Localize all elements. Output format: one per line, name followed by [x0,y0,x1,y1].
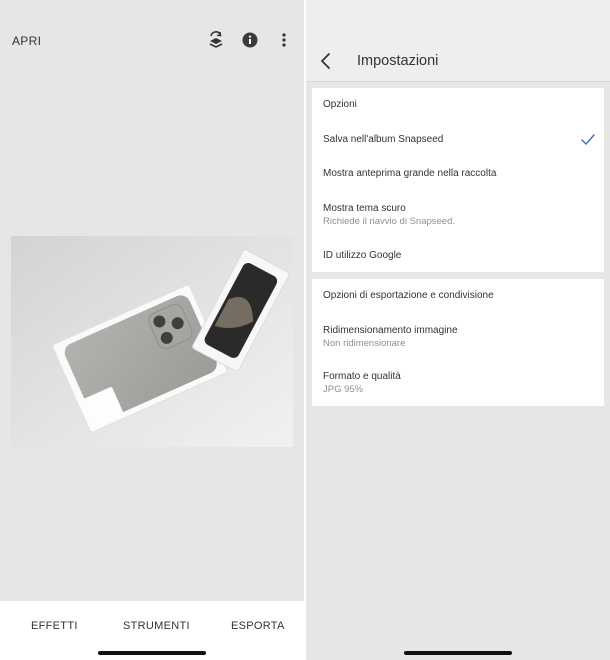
editor-screen: APRI EFFETTI STRUMENTI ESPORTA [0,0,304,660]
more-vert-icon[interactable] [275,31,293,49]
setting-format-quality[interactable]: Formato e qualità JPG 95% [323,371,401,395]
setting-label: Salva nell'album Snapseed [323,134,444,145]
editor-top-bar: APRI [0,0,304,82]
page-title: Impostazioni [357,53,439,69]
setting-google-id[interactable]: ID utilizzo Google [323,250,401,261]
phone-box-image [11,236,293,447]
tab-strumenti[interactable]: STRUMENTI [123,620,190,632]
settings-screen: Impostazioni Opzioni Salva nell'album Sn… [306,0,610,660]
open-button[interactable]: APRI [12,34,41,48]
setting-label: Mostra anteprima grande nella raccolta [323,168,497,179]
info-icon[interactable] [241,31,259,49]
setting-subtitle: JPG 95% [323,384,364,395]
section-header-options: Opzioni [323,99,357,110]
options-card: Opzioni Salva nell'album Snapseed Mostra… [312,88,604,272]
setting-subtitle: Richiede il riavvio di Snapseed. [323,216,456,227]
editor-bottom-bar: EFFETTI STRUMENTI ESPORTA [0,601,304,660]
home-indicator[interactable] [98,651,206,655]
setting-label: Mostra tema scuro [323,203,406,214]
setting-subtitle: Non ridimensionare [323,338,406,349]
section-header-export: Opzioni di esportazione e condivisione [323,290,494,301]
setting-label: Ridimensionamento immagine [323,325,458,336]
setting-label: Formato e qualità [323,371,401,382]
tab-esporta[interactable]: ESPORTA [231,620,285,632]
export-options-card: Opzioni di esportazione e condivisione R… [312,279,604,406]
settings-bottom-area [306,601,610,660]
checkmark-icon [581,133,595,145]
setting-image-resize[interactable]: Ridimensionamento immagine Non ridimensi… [323,325,458,349]
layers-undo-icon[interactable] [207,31,225,49]
back-arrow-icon[interactable] [318,52,334,70]
tab-effetti[interactable]: EFFETTI [31,620,78,632]
settings-header: Impostazioni [306,0,610,82]
setting-save-album[interactable]: Salva nell'album Snapseed [323,134,593,145]
setting-large-preview[interactable]: Mostra anteprima grande nella raccolta [323,168,496,179]
setting-dark-theme[interactable]: Mostra tema scuro Richiede il riavvio di… [323,203,455,227]
setting-label: ID utilizzo Google [323,250,402,261]
photo-preview[interactable] [11,236,293,447]
home-indicator[interactable] [404,651,512,655]
